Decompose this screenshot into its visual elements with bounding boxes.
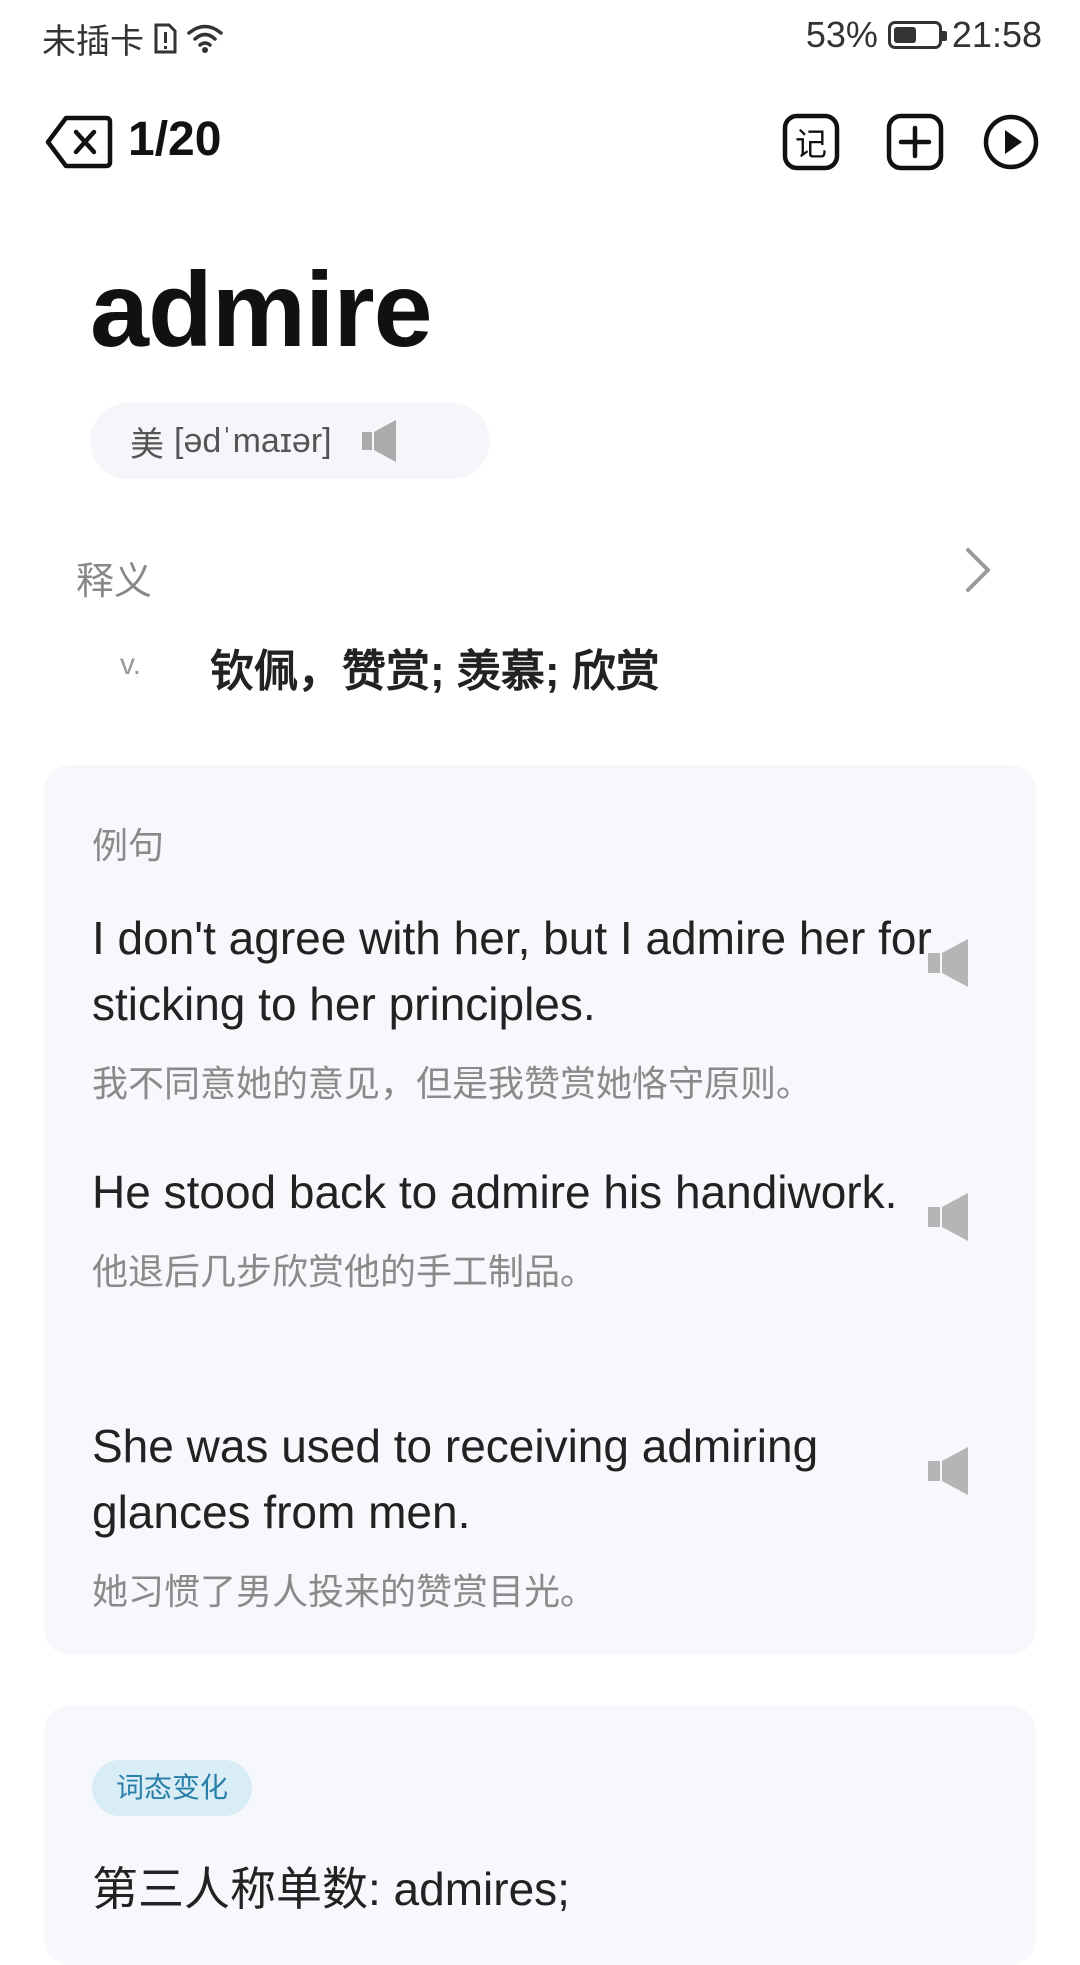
speaker-icon[interactable] (360, 418, 400, 464)
play-icon (983, 114, 1039, 170)
page-counter: 1/20 (128, 113, 222, 166)
add-button[interactable] (886, 113, 944, 171)
speaker-icon[interactable] (926, 1445, 974, 1497)
inflections-tag: 词态变化 (92, 1760, 253, 1816)
battery-icon (887, 21, 947, 49)
example-item: I don't agree with her, but I admire her… (92, 905, 932, 1107)
speaker-icon[interactable] (926, 937, 974, 989)
example-en: I don't agree with her, but I admire her… (92, 912, 932, 1030)
battery-cap (941, 31, 947, 41)
memorize-icon: 记 (782, 113, 840, 171)
example-item: She was used to receiving admiring glanc… (92, 1413, 932, 1615)
example-zh: 他退后几步欣赏他的手工制品。 (92, 1251, 597, 1292)
wifi-icon (187, 24, 223, 53)
memorize-button[interactable]: 记 (782, 113, 840, 171)
examples-card: 例句 I don't agree with her, but I admire … (44, 765, 1036, 1655)
inflection-line: 第三人称单数: admires; (92, 1863, 570, 1915)
sim-alert-icon (154, 23, 177, 53)
examples-title: 例句 (92, 825, 165, 866)
definitions-label: 释义 (76, 561, 153, 603)
clock: 21:58 (951, 14, 1042, 55)
status-bar: 未插卡 53% 21:58 (0, 0, 1080, 80)
status-right: 53% 21:58 (806, 14, 1042, 56)
phonetic: [ədˈmaɪər] (174, 421, 332, 460)
status-left: 未插卡 (42, 14, 224, 63)
play-button[interactable] (982, 113, 1040, 171)
example-zh: 我不同意她的意见，但是我赞赏她恪守原则。 (92, 1063, 813, 1104)
example-en: She was used to receiving admiring glanc… (92, 1420, 819, 1538)
pronunciation-pill[interactable]: 美 [ədˈmaɪər] (90, 403, 490, 479)
pron-region: 美 (130, 425, 164, 464)
example-item: He stood back to admire his handiwork. 他… (92, 1159, 932, 1295)
definition-pos: v. (120, 648, 142, 681)
chevron-right-icon[interactable] (958, 546, 998, 594)
example-zh: 她习惯了男人投来的赞赏目光。 (92, 1571, 597, 1612)
inflections-card: 词态变化 第三人称单数: admires; (44, 1705, 1036, 1965)
svg-text:记: 记 (795, 125, 827, 163)
battery-percent: 53% (805, 14, 878, 55)
headword: admire (90, 251, 433, 369)
carrier-text: 未插卡 (42, 23, 144, 61)
speaker-icon[interactable] (926, 1191, 974, 1243)
close-icon[interactable] (44, 112, 114, 172)
battery-level-fill (893, 27, 916, 43)
example-en: He stood back to admire his handiwork. (92, 1166, 898, 1218)
definition-text: 钦佩，赞赏; 羡慕; 欣赏 (210, 647, 660, 696)
top-bar: 1/20 记 (0, 100, 1080, 180)
add-icon (886, 113, 944, 171)
